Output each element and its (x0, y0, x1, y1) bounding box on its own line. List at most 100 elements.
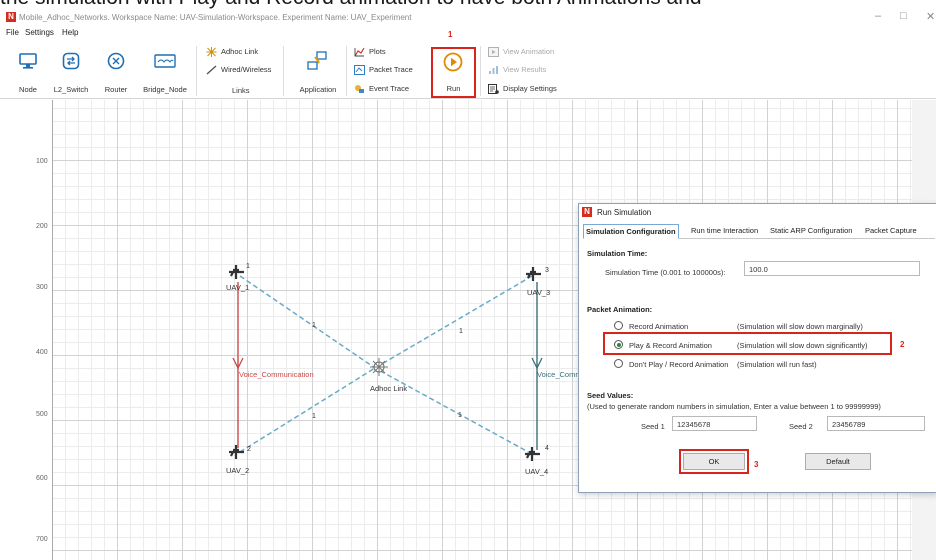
play-record-highlight (603, 332, 892, 355)
window-title: Mobile_Adhoc_Networks. Workspace Name: U… (19, 13, 412, 22)
tab-runtime-interaction[interactable]: Run time Interaction (689, 224, 760, 239)
uav-icon[interactable] (525, 447, 540, 461)
no-animation-label: Don't Play / Record Animation (629, 360, 729, 369)
node-label-uav4: UAV_4 (525, 467, 549, 476)
node-label: Node (19, 85, 37, 94)
animation-icon (488, 47, 499, 58)
ribbon-separator (283, 46, 284, 96)
dialog-title-bar: N Run Simulation (579, 204, 936, 220)
packet-animation-heading: Packet Animation: (587, 305, 653, 314)
simulation-time-input[interactable]: 100.0 (744, 261, 920, 276)
application-icon (307, 51, 327, 70)
uav-icon[interactable] (229, 445, 244, 459)
link-uav4-adhoc[interactable] (374, 367, 533, 455)
link-number: 1 (458, 412, 462, 419)
event-trace-icon (355, 85, 364, 94)
ribbon-toolbar: Node L2_Switch Router Bridge_Node Adhoc … (0, 42, 936, 99)
node-number: 4 (545, 445, 549, 452)
link-uav1-adhoc[interactable] (239, 275, 376, 369)
menu-file[interactable]: File (6, 28, 19, 37)
simulation-time-heading: Simulation Time: (587, 249, 648, 258)
l2-switch-label: L2_Switch (53, 85, 89, 94)
app-label-right: Voice_Comm (537, 370, 582, 379)
link-uav2-adhoc[interactable] (239, 367, 376, 453)
node-button[interactable]: Node (10, 50, 46, 94)
record-animation-note: (Simulation will slow down marginally) (737, 322, 863, 331)
netsim-logo-icon: N (582, 207, 592, 217)
node-number: 1 (246, 263, 250, 270)
ribbon-separator (480, 46, 481, 96)
seed1-input[interactable]: 12345678 (672, 416, 757, 431)
record-animation-radio[interactable] (614, 321, 623, 330)
packet-trace-button[interactable]: Packet Trace (354, 65, 413, 76)
no-animation-note: (Simulation will run fast) (737, 360, 817, 369)
menu-settings[interactable]: Settings (25, 28, 54, 37)
plots-icon (354, 47, 365, 57)
no-animation-radio[interactable] (614, 359, 623, 368)
ribbon-separator (196, 46, 197, 96)
default-button[interactable]: Default (805, 453, 871, 470)
restore-button[interactable]: □ (900, 10, 907, 22)
seed-values-heading: Seed Values: (587, 391, 634, 400)
bridge-node-label: Bridge_Node (143, 85, 187, 94)
step-1-marker: 1 (448, 30, 453, 39)
seed-values-note: (Used to generate random numbers in simu… (587, 402, 881, 411)
event-trace-label: Event Trace (369, 84, 410, 93)
display-settings-icon (488, 84, 499, 95)
tab-simulation-configuration[interactable]: Simulation Configuration (583, 224, 679, 239)
seed1-label: Seed 1 (641, 422, 665, 431)
title-bar: N Mobile_Adhoc_Networks. Workspace Name:… (0, 9, 936, 25)
link-uav3-adhoc[interactable] (374, 275, 533, 369)
close-button[interactable]: ✕ (926, 10, 935, 23)
node-label-uav3: UAV_3 (527, 288, 551, 297)
wired-wireless-button[interactable]: Wired/Wireless (206, 65, 271, 75)
wired-wireless-label: Wired/Wireless (221, 65, 272, 74)
adhoc-link-icon (206, 47, 217, 58)
seed2-input[interactable]: 23456789 (827, 416, 925, 431)
wire-icon (206, 65, 217, 75)
application-button[interactable]: Application (292, 50, 344, 94)
display-settings-button[interactable]: Display Settings (488, 84, 557, 95)
plots-label: Plots (369, 47, 386, 56)
tab-packet-capture[interactable]: Packet Capture (863, 224, 919, 239)
link-number: 1 (459, 328, 463, 335)
bridge-node-button[interactable]: Bridge_Node (140, 50, 190, 94)
display-settings-label: Display Settings (503, 84, 557, 93)
event-trace-button[interactable]: Event Trace (354, 84, 409, 94)
switch-icon (62, 52, 80, 70)
view-animation-label: View Animation (503, 47, 555, 56)
router-button[interactable]: Router (98, 50, 134, 94)
ribbon-separator (346, 46, 347, 96)
tab-static-arp[interactable]: Static ARP Configuration (768, 224, 854, 239)
adhoc-link-label: Adhoc Link (221, 47, 259, 56)
step-2-marker: 2 (900, 340, 905, 349)
node-number: 2 (247, 446, 251, 453)
view-results-button[interactable]: View Results (488, 65, 546, 75)
app-label-left: Voice_Communication (239, 370, 314, 379)
menu-help[interactable]: Help (62, 28, 78, 37)
dialog-title: Run Simulation (597, 208, 652, 217)
run-simulation-dialog: N Run Simulation Simulation Configuratio… (578, 203, 936, 493)
minimize-button[interactable]: – (875, 10, 881, 22)
router-icon (107, 52, 125, 70)
seed2-label: Seed 2 (789, 422, 813, 431)
adhoc-link-button[interactable]: Adhoc Link (206, 47, 259, 58)
plots-button[interactable]: Plots (354, 47, 386, 57)
node-number: 3 (545, 267, 549, 274)
application-label: Application (299, 85, 337, 94)
link-number: 1 (312, 322, 316, 329)
results-icon (489, 66, 498, 75)
links-group-label: Links (232, 86, 250, 95)
node-label-uav1: UAV_1 (226, 283, 250, 292)
ok-highlight (679, 449, 749, 474)
step-3-marker: 3 (754, 460, 759, 469)
adhoc-link-icon[interactable] (370, 358, 388, 376)
netsim-logo-icon: N (6, 12, 16, 22)
l2-switch-button[interactable]: L2_Switch (50, 50, 92, 94)
adhoc-link-label: Adhoc Link (370, 384, 408, 393)
packet-trace-icon (354, 65, 365, 76)
run-highlight (431, 47, 476, 98)
record-animation-label: Record Animation (629, 322, 689, 331)
simulation-time-label: Simulation Time (0.001 to 100000s): (605, 268, 726, 277)
view-animation-button[interactable]: View Animation (488, 47, 555, 58)
